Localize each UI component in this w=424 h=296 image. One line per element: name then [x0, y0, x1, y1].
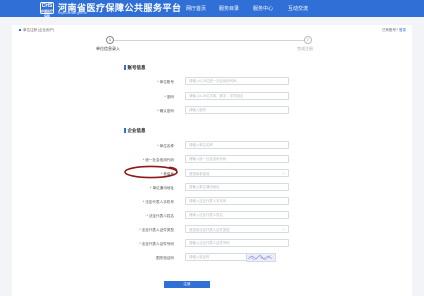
confirm-password-input[interactable] [185, 106, 289, 114]
legal-rep-name-label: *法定代表人姓名 [146, 214, 174, 218]
progress-steps: 1 2 单位信息录入 完成注册 [12, 36, 412, 58]
legal-rep-phone-input[interactable] [185, 197, 289, 205]
company-section-text: 企业信息 [127, 128, 146, 133]
step-2-label: 完成注册 [297, 46, 313, 51]
highlight-ellipse-annotation [123, 165, 179, 179]
top-header: CHS 中国医疗保障 河南省医疗保障公共服务平台 hnyb.henan.gov.… [0, 0, 424, 18]
captcha-noise-icon [247, 254, 273, 261]
step-connector-line [110, 40, 308, 41]
chevron-down-icon: ⌄ [281, 227, 285, 231]
account-id-label: *单位账号 [157, 80, 174, 84]
company-address-label: *单位通讯地址 [150, 186, 174, 190]
account-id-input[interactable] [185, 77, 289, 85]
captcha-image[interactable] [246, 253, 276, 262]
legal-rep-id-number-label: *法定代表人证件号码 [139, 242, 174, 246]
legal-rep-id-type-label: *法定代表人证件类型 [139, 228, 174, 232]
credit-code-label: *统一社会信用代码 [142, 158, 174, 162]
password-input[interactable] [185, 92, 289, 100]
company-section-title: 企业信息 [124, 128, 146, 134]
nav-interaction[interactable]: 互动交流 [288, 5, 308, 12]
breadcrumb-marker-icon [19, 29, 21, 32]
section-bar-icon [124, 65, 126, 71]
registration-panel: 单位注册 (企业用户) 已有账号? 登录 1 2 单位信息录入 完成注册 账号信… [12, 25, 412, 296]
step-2-indicator: 2 [304, 36, 312, 44]
breadcrumb: 单位注册 (企业用户) [19, 28, 54, 33]
nav-service-center[interactable]: 服务中心 [253, 5, 273, 12]
register-button[interactable]: 注册 [164, 281, 210, 288]
logo-sub-text: 中国医疗保障 [41, 9, 54, 18]
account-section-title: 账号信息 [124, 65, 146, 71]
credit-code-input[interactable] [185, 155, 289, 163]
step-1-indicator: 1 [106, 36, 114, 44]
login-hint: 已有账号? 登录 [382, 28, 406, 33]
ellipse-annotation-icon [124, 165, 178, 179]
insured-area-select[interactable]: 请选择参保地 ⌄ [185, 169, 289, 177]
insured-area-placeholder: 请选择参保地 [189, 172, 210, 176]
legal-rep-id-type-placeholder: 请选择法定代表人证件类型 [189, 228, 230, 232]
step-1-label: 单位信息录入 [96, 46, 120, 51]
company-name-input[interactable] [185, 141, 289, 149]
company-address-input[interactable] [185, 183, 289, 191]
company-name-label: *单位名称 [157, 144, 174, 148]
captcha-input[interactable] [185, 253, 251, 261]
password-label: *密码 [164, 95, 174, 99]
login-hint-text: 已有账号? [382, 28, 399, 32]
legal-rep-phone-label: *法定代表人手机号 [142, 200, 174, 204]
account-section-text: 账号信息 [127, 65, 146, 70]
breadcrumb-text: 单位注册 (企业用户) [23, 28, 55, 32]
nav-home[interactable]: 网厅首页 [186, 5, 206, 12]
legal-rep-name-input[interactable] [185, 211, 289, 219]
legal-rep-id-type-select[interactable]: 请选择法定代表人证件类型 ⌄ [185, 225, 289, 233]
captcha-label: 图形验证码 [156, 256, 174, 260]
section-bar-icon [124, 128, 126, 134]
legal-rep-id-number-input[interactable] [185, 239, 289, 247]
nav-service-catalog[interactable]: 服务目录 [219, 5, 239, 12]
site-url: hnyb.henan.gov.cn [58, 11, 88, 15]
confirm-password-label: *确认密码 [157, 109, 174, 113]
login-link[interactable]: 登录 [399, 28, 406, 32]
chevron-down-icon: ⌄ [281, 171, 285, 175]
chs-logo[interactable]: CHS 中国医疗保障 [40, 2, 54, 18]
